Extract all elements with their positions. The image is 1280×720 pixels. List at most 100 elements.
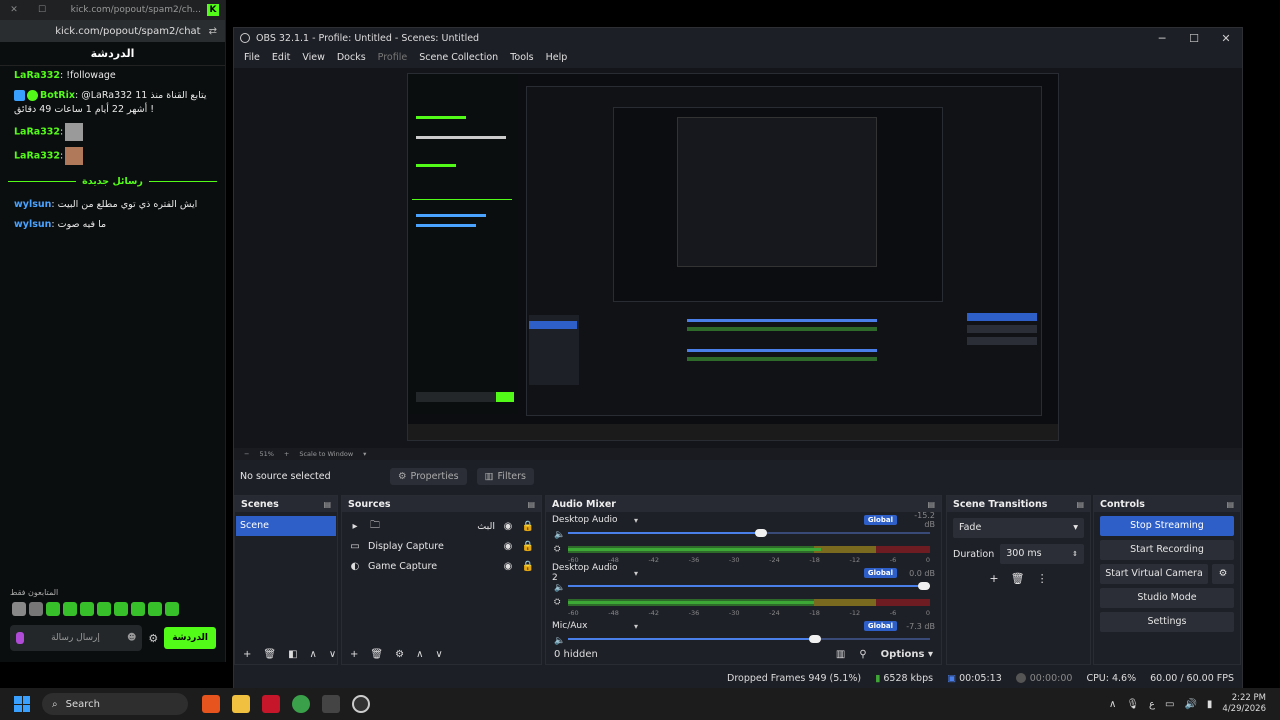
volume-icon[interactable]: 🔊 (1184, 699, 1196, 710)
chat-username[interactable]: LaRa332 (14, 70, 60, 81)
zoom-out-button[interactable]: − (244, 450, 249, 458)
move-up-icon[interactable]: ∧ (416, 649, 423, 660)
chat-username[interactable]: wylsun (14, 199, 51, 210)
emote-icon[interactable] (131, 602, 145, 616)
maximize-icon[interactable]: ☐ (34, 5, 50, 15)
layout-icon[interactable]: ▥ (836, 649, 845, 660)
chat-message-input[interactable]: إرسال رسالة ☻ (10, 625, 143, 651)
chevron-down-icon[interactable]: ▾ (634, 569, 856, 578)
studio-mode-button[interactable]: Studio Mode (1100, 588, 1234, 608)
scale-mode[interactable]: Scale to Window (299, 450, 353, 458)
filter-icon[interactable]: ◧ (288, 649, 297, 660)
clock[interactable]: 2:22 PM 4/29/2026 (1222, 693, 1266, 715)
adobe-icon[interactable] (262, 695, 280, 713)
volume-slider[interactable] (568, 582, 930, 590)
emote-icon[interactable] (80, 602, 94, 616)
chevron-down-icon[interactable]: ▾ (634, 622, 856, 631)
speaker-icon[interactable]: 🔈 (554, 583, 565, 593)
lock-icon[interactable]: 🔒 (521, 561, 535, 572)
chat-username[interactable]: LaRa332 (14, 151, 60, 162)
chevron-right-icon[interactable]: ▸ (348, 521, 362, 532)
emote-icon[interactable] (165, 602, 179, 616)
emote-icon[interactable] (148, 602, 162, 616)
brave-browser-icon[interactable] (202, 695, 220, 713)
menu-tools[interactable]: Tools (504, 52, 539, 63)
minimize-icon[interactable]: ─ (1146, 32, 1178, 45)
add-icon[interactable]: + (989, 572, 998, 585)
app-icon[interactable] (322, 695, 340, 713)
zoom-in-button[interactable]: + (284, 450, 289, 458)
global-badge[interactable]: Global (863, 621, 897, 631)
more-icon[interactable]: ⋮ (1037, 572, 1048, 585)
chevron-up-icon[interactable]: ∧ (1109, 699, 1116, 710)
volume-knob[interactable] (918, 582, 930, 590)
program-preview[interactable] (407, 73, 1059, 441)
chat-username[interactable]: wylsun (14, 219, 51, 230)
chat-username[interactable]: BotRix (40, 90, 75, 101)
global-badge[interactable]: Global (863, 568, 897, 578)
lock-icon[interactable]: 🔒 (521, 521, 535, 532)
gear-icon[interactable]: ⚙ (148, 632, 158, 645)
stop-streaming-button[interactable]: Stop Streaming (1100, 516, 1234, 536)
menu-profile[interactable]: Profile (372, 52, 414, 63)
maximize-icon[interactable]: ☐ (1178, 32, 1210, 45)
eye-icon[interactable]: ◉ (501, 541, 515, 552)
add-icon[interactable]: + (243, 649, 251, 660)
volume-slider[interactable] (568, 635, 930, 643)
spin-icon[interactable]: ⇕ (1072, 544, 1078, 564)
source-item-game-capture[interactable]: ◐ Game Capture ◉ 🔒 (342, 556, 541, 576)
dock-menu-icon[interactable]: ▤ (323, 500, 331, 509)
dock-menu-icon[interactable]: ▤ (1226, 500, 1234, 509)
emoji-icon[interactable]: ☻ (127, 633, 136, 643)
file-explorer-icon[interactable] (232, 695, 250, 713)
close-icon[interactable]: ✕ (6, 5, 22, 15)
settings-button[interactable]: Settings (1100, 612, 1234, 632)
global-badge[interactable]: Global (863, 515, 897, 525)
trash-icon[interactable]: 🗑 (1011, 572, 1025, 585)
gear-icon[interactable]: ⚙ (1212, 564, 1234, 584)
trash-icon[interactable]: 🗑 (263, 649, 276, 660)
chevron-down-icon[interactable]: ▾ (634, 516, 856, 525)
add-icon[interactable]: + (350, 649, 358, 660)
network-icon[interactable]: ▭ (1165, 699, 1174, 710)
dock-menu-icon[interactable]: ▤ (1076, 500, 1084, 509)
volume-knob[interactable] (755, 529, 768, 537)
properties-button[interactable]: ⚙ Properties (390, 467, 467, 485)
windows-start-icon[interactable] (14, 696, 30, 712)
start-recording-button[interactable]: Start Recording (1100, 540, 1234, 560)
battery-icon[interactable]: ▮ (1207, 699, 1213, 710)
source-item-display-capture[interactable]: ▭ Display Capture ◉ 🔒 (342, 536, 541, 556)
obs-taskbar-icon[interactable] (352, 695, 370, 713)
volume-knob[interactable] (809, 635, 822, 643)
language-indicator[interactable]: ع (1149, 699, 1155, 710)
link-icon[interactable]: ⚲ (859, 649, 866, 660)
menu-file[interactable]: File (238, 52, 266, 63)
dock-menu-icon[interactable]: ▤ (527, 500, 535, 509)
menu-view[interactable]: View (296, 52, 331, 63)
eye-icon[interactable]: ◉ (501, 561, 515, 572)
duration-spinbox[interactable]: 300 ms ⇕ (1000, 544, 1084, 564)
emote-icon[interactable] (114, 602, 128, 616)
mic-icon[interactable] (16, 632, 24, 644)
emote-icon[interactable] (97, 602, 111, 616)
mixer-config-icon[interactable]: ⛭ (554, 597, 560, 607)
filters-button[interactable]: ▥ Filters (476, 467, 535, 485)
emote-icon[interactable] (63, 602, 77, 616)
eye-icon[interactable]: ◉ (501, 521, 515, 532)
emote-icon[interactable] (29, 602, 43, 616)
emote-icon[interactable] (12, 602, 26, 616)
chat-username[interactable]: LaRa332 (14, 127, 60, 138)
page-settings-icon[interactable]: ⇄ (209, 26, 217, 37)
send-button[interactable]: الدردشة (164, 627, 216, 649)
taskbar-search[interactable]: ⌕ Search (42, 693, 188, 715)
start-virtual-camera-button[interactable]: Start Virtual Camera (1100, 564, 1208, 584)
volume-slider[interactable] (568, 529, 930, 537)
move-up-icon[interactable]: ∧ (310, 649, 317, 660)
menu-scene-collection[interactable]: Scene Collection (413, 52, 504, 63)
menu-edit[interactable]: Edit (266, 52, 296, 63)
emote-icon[interactable] (46, 602, 60, 616)
move-down-icon[interactable]: ∨ (329, 649, 336, 660)
move-down-icon[interactable]: ∨ (435, 649, 442, 660)
chevron-down-icon[interactable]: ▾ (363, 450, 366, 458)
gear-icon[interactable]: ⚙ (395, 649, 404, 660)
